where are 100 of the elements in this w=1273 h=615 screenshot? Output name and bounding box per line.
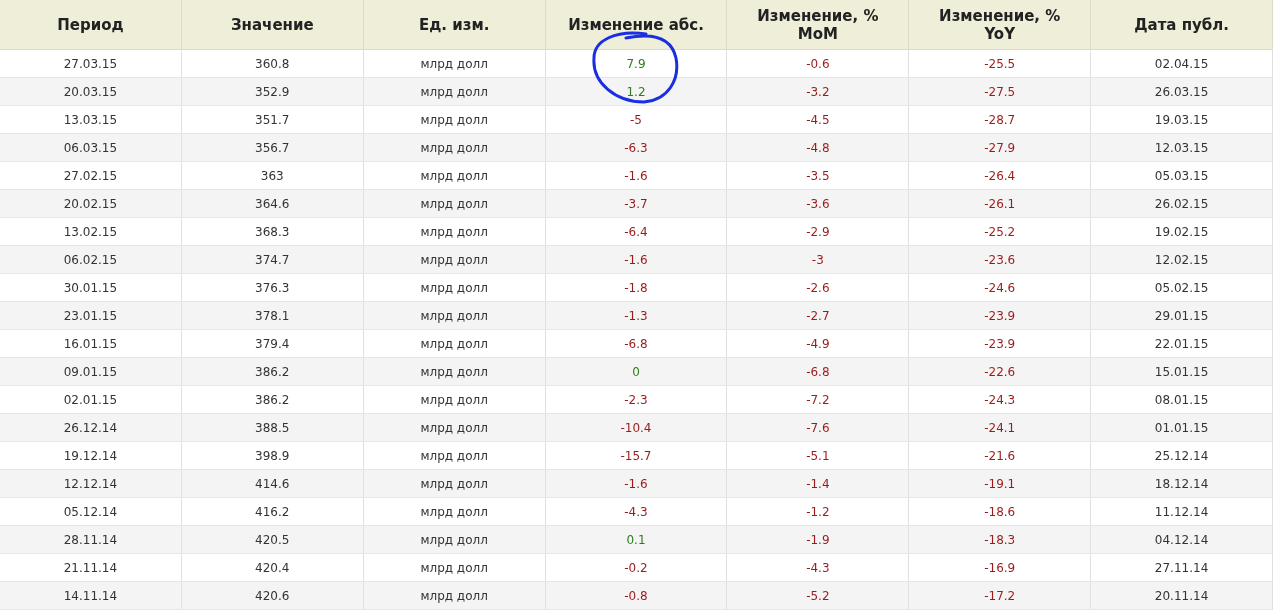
table-cell-text: -10.4 <box>620 419 652 437</box>
table-cell-text: -0.6 <box>806 55 830 73</box>
table-cell-text: 352.9 <box>255 83 290 101</box>
table-cell-text: 11.12.14 <box>1154 503 1209 521</box>
table-cell-text: млрд долл <box>420 363 488 381</box>
table-cell-text: млрд долл <box>420 419 488 437</box>
table-cell-text: 364.6 <box>255 195 290 213</box>
table-cell-text: -2.9 <box>806 223 830 241</box>
table-cell-text: 379.4 <box>255 335 290 353</box>
table-cell-text: млрд долл <box>420 475 488 493</box>
table-cell-text: 28.11.14 <box>63 531 118 549</box>
column-header: Дата публ. <box>1091 0 1273 49</box>
table-cell-text: млрд долл <box>420 111 488 129</box>
table-cell-text: -0.2 <box>624 559 648 577</box>
table-cell-text: -1.9 <box>806 531 830 549</box>
table-cell-text: 23.01.15 <box>63 307 118 325</box>
table-cell-text: 7.9 <box>626 55 646 73</box>
table-cell-text: млрд долл <box>420 335 488 353</box>
table-cell-text: 09.01.15 <box>63 363 118 381</box>
table-cell-text: 30.01.15 <box>63 279 118 297</box>
table-cell-text: -22.6 <box>984 363 1016 381</box>
table-cell-text: 20.11.14 <box>1154 587 1209 605</box>
table-cell-text: 360.8 <box>255 55 290 73</box>
table-cell-text: млрд долл <box>420 167 488 185</box>
table-cell-text: 420.4 <box>255 559 290 577</box>
table-cell-text: 20.03.15 <box>63 83 118 101</box>
table-cell-text: -3.6 <box>806 195 830 213</box>
table-cell-text: -27.9 <box>984 139 1016 157</box>
table-cell-text: 356.7 <box>255 139 290 157</box>
table-cell-text: -1.2 <box>806 503 830 521</box>
column-header: Изменение абс. <box>545 0 728 49</box>
table-cell-text: -24.6 <box>984 279 1016 297</box>
table-cell-text: 29.01.15 <box>1154 307 1209 325</box>
table-cell-text: 1.2 <box>626 83 646 101</box>
table-cell-text: 12.02.15 <box>1154 251 1209 269</box>
table-cell-text: -5.2 <box>806 587 830 605</box>
table-cell-text: -24.3 <box>984 391 1016 409</box>
table-cell-text: -1.6 <box>624 167 648 185</box>
table-cell-text: 386.2 <box>255 363 290 381</box>
table-cell-text: -23.9 <box>984 307 1016 325</box>
table-cell-text: 376.3 <box>255 279 290 297</box>
table-cell-text: -3.7 <box>624 195 648 213</box>
table-cell-text: -5.1 <box>806 447 830 465</box>
table-cell-text: -7.6 <box>806 419 830 437</box>
table-cell-text: -18.6 <box>984 503 1016 521</box>
table-cell-text: 08.01.15 <box>1154 391 1209 409</box>
table-cell-text: -17.2 <box>984 587 1016 605</box>
table-cell-text: 06.02.15 <box>63 251 118 269</box>
table-cell-text: -16.9 <box>984 559 1016 577</box>
table-cell-text: 27.11.14 <box>1154 559 1209 577</box>
table-cell-text: 414.6 <box>255 475 290 493</box>
table-cell-text: -1.6 <box>624 251 648 269</box>
table-cell-text: 378.1 <box>255 307 290 325</box>
table-cell-text: 26.02.15 <box>1154 195 1209 213</box>
table-cell-text: млрд долл <box>420 391 488 409</box>
table-cell-text: -1.4 <box>806 475 830 493</box>
table-cell-text: млрд долл <box>420 139 488 157</box>
table-cell-text: млрд долл <box>420 307 488 325</box>
table-cell-text: млрд долл <box>420 195 488 213</box>
table-cell-text: 05.12.14 <box>63 503 118 521</box>
table-cell-text: -28.7 <box>984 111 1016 129</box>
table-cell-text: млрд долл <box>420 531 488 549</box>
table-cell-text: 19.02.15 <box>1154 223 1209 241</box>
table-cell-text: -4.9 <box>806 335 830 353</box>
table-cell-text: 351.7 <box>255 111 290 129</box>
table-cell-text: 05.02.15 <box>1154 279 1209 297</box>
table-cell-text: млрд долл <box>420 503 488 521</box>
table-cell-text: млрд долл <box>420 587 488 605</box>
table-cell-text: -4.5 <box>806 111 830 129</box>
table-cell-text: -6.3 <box>624 139 648 157</box>
table-cell-text: -25.2 <box>984 223 1016 241</box>
column-header: Период <box>0 0 182 49</box>
table-cell-text: 416.2 <box>255 503 290 521</box>
table-cell-text: 12.03.15 <box>1154 139 1209 157</box>
table-cell-text: 13.03.15 <box>63 111 118 129</box>
table-cell-text: -2.3 <box>624 391 648 409</box>
table-cell-text: млрд долл <box>420 83 488 101</box>
table-cell-text: 420.6 <box>255 587 290 605</box>
table-cell-text: 20.02.15 <box>63 195 118 213</box>
table-cell-text: -7.2 <box>806 391 830 409</box>
table-cell-text: -6.4 <box>624 223 648 241</box>
table-cell-text: 27.02.15 <box>63 167 118 185</box>
table-cell-text: -3 <box>811 251 824 269</box>
table-cell-text: -23.9 <box>984 335 1016 353</box>
table-cell-text: -26.4 <box>984 167 1016 185</box>
table-cell-text: млрд долл <box>420 223 488 241</box>
table-cell-text: 06.03.15 <box>63 139 118 157</box>
table-cell-text: 19.12.14 <box>63 447 118 465</box>
table-cell-text: -6.8 <box>624 335 648 353</box>
table-cell-text: -19.1 <box>984 475 1016 493</box>
table-cell-text: 02.04.15 <box>1154 55 1209 73</box>
table-cell-text: -3.2 <box>806 83 830 101</box>
table-cell-text: млрд долл <box>420 251 488 269</box>
table-cell-text: млрд долл <box>420 447 488 465</box>
table-cell-text: -0.8 <box>624 587 648 605</box>
table-cell-text: -3.5 <box>806 167 830 185</box>
table-cell-text: 363 <box>260 167 284 185</box>
table-cell-text: 01.01.15 <box>1154 419 1209 437</box>
table-cell-text: -4.3 <box>624 503 648 521</box>
table-cell-text: 368.3 <box>255 223 290 241</box>
